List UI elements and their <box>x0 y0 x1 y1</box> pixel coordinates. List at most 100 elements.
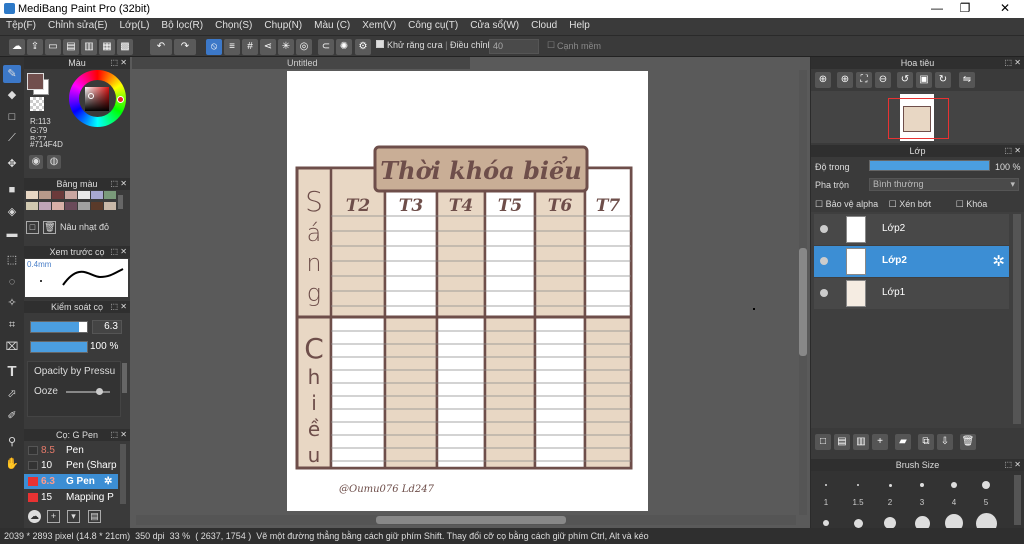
menu-filter[interactable]: Bộ lọc(R) <box>155 18 209 31</box>
panel-close-icon[interactable]: ⬚ ✕ <box>111 246 127 258</box>
brush-size-dot[interactable] <box>951 482 957 488</box>
brush-size-slider[interactable] <box>30 321 88 333</box>
comment-icon[interactable]: ▭ <box>45 39 61 55</box>
fit-window-icon[interactable]: ▣ <box>916 72 932 88</box>
snap-off-icon[interactable]: ⦸ <box>206 39 222 55</box>
brush-size-dot-large[interactable] <box>823 520 829 526</box>
palette-swatch[interactable] <box>26 202 38 210</box>
new-halftone-layer-icon[interactable]: ▤ <box>834 434 850 450</box>
brush-tool-icon[interactable]: ✎ <box>3 65 21 83</box>
operation-tool-icon[interactable]: ⬀ <box>3 385 21 403</box>
ooze-slider[interactable] <box>66 388 110 395</box>
frame-divider-tool-icon[interactable]: ✐ <box>3 407 21 425</box>
brush-settings-gear-icon[interactable]: ✲ <box>104 474 112 489</box>
zoom-out-icon[interactable]: ⊖ <box>875 72 891 88</box>
move-tool-icon[interactable]: ✥ <box>3 155 21 173</box>
hue-handle[interactable] <box>117 96 124 103</box>
opacity-pressure-label[interactable]: Opacity by Pressu <box>34 366 115 377</box>
color-settings-icon[interactable]: ◍ <box>47 155 61 169</box>
brush-item-pen-sharp[interactable]: 10 Pen (Sharp <box>24 458 118 473</box>
brush-menu-icon[interactable]: ▾ <box>67 510 80 523</box>
fill-rect-tool-icon[interactable]: ■ <box>3 181 21 199</box>
menu-help[interactable]: Help <box>563 18 596 31</box>
antialias-checkbox[interactable] <box>376 40 384 48</box>
palette-swatch[interactable] <box>39 202 51 210</box>
brush-item-pen[interactable]: 8.5 Pen <box>24 443 118 458</box>
new-8bit-layer-icon[interactable]: ▥ <box>853 434 869 450</box>
transparent-color-swatch[interactable] <box>30 97 44 111</box>
select-eraser-tool-icon[interactable]: ⌧ <box>3 338 21 356</box>
protect-alpha-checkbox[interactable]: ☐ <box>815 199 823 209</box>
brush-item-g-pen[interactable]: 6.3 G Pen ✲ <box>24 474 118 489</box>
parallel-snap-icon[interactable]: ≡ <box>224 39 240 55</box>
menu-window[interactable]: Cửa sổ(W) <box>464 18 525 31</box>
brush-size-dot[interactable] <box>982 481 990 489</box>
palette-swatch[interactable] <box>78 191 90 199</box>
layer-list-scrollbar[interactable] <box>1013 214 1021 424</box>
gradient-tool-icon[interactable]: ▬ <box>3 225 21 243</box>
flip-icon[interactable]: ⇋ <box>959 72 975 88</box>
duplicate-layer-icon[interactable]: ⧉ <box>918 434 934 450</box>
hand-tool-icon[interactable]: ✋ <box>3 455 21 473</box>
minimize-button[interactable]: — <box>922 1 952 17</box>
palette-swatch[interactable] <box>52 191 64 199</box>
perspective-snap-icon[interactable]: ⋖ <box>260 39 276 55</box>
eyedropper-tool-icon[interactable]: ⚲ <box>3 433 21 451</box>
grid-layout-icon[interactable]: ▩ <box>117 39 133 55</box>
brush-doc-icon[interactable]: ▤ <box>88 510 101 523</box>
dot-tool-icon[interactable]: □ <box>3 108 21 126</box>
menu-layer[interactable]: Lớp(L) <box>114 18 156 31</box>
curve-snap-icon[interactable]: ⊂ <box>318 39 334 55</box>
canvas-horizontal-thumb[interactable] <box>376 516 566 524</box>
menu-edit[interactable]: Chỉnh sửa(E) <box>42 18 114 31</box>
layer-opacity-slider[interactable] <box>869 160 990 171</box>
palette-swatch[interactable] <box>52 202 64 210</box>
brush-size-dot[interactable] <box>825 484 827 486</box>
grid-snap-icon[interactable]: # <box>242 39 258 55</box>
select-pen-tool-icon[interactable]: ⌗ <box>3 316 21 334</box>
visibility-icon[interactable] <box>820 257 828 265</box>
panel-close-icon[interactable]: ⬚ ✕ <box>1005 57 1021 69</box>
merge-down-icon[interactable]: ⇩ <box>937 434 953 450</box>
panel-icon[interactable]: ▦ <box>99 39 115 55</box>
layer-settings-gear-icon[interactable]: ✲ <box>992 252 1005 270</box>
chat-icon[interactable]: ▤ <box>63 39 79 55</box>
layer-row[interactable]: Lớp2 <box>814 214 1009 245</box>
menu-file[interactable]: Tệp(F) <box>0 18 42 31</box>
select-tool-icon[interactable]: ⬚ <box>3 251 21 269</box>
canvas-vertical-scrollbar[interactable] <box>799 70 807 515</box>
menu-snap[interactable]: Chụp(N) <box>258 18 308 31</box>
clipping-checkbox[interactable]: ☐ <box>889 199 897 209</box>
document-icon[interactable]: ▥ <box>81 39 97 55</box>
fit-view-icon[interactable]: ⛶ <box>856 72 872 88</box>
trash-icon[interactable]: 🗑 <box>43 221 56 234</box>
palette-swatch[interactable] <box>78 202 90 210</box>
add-brush-icon[interactable]: + <box>47 510 60 523</box>
palette-scrollbar[interactable] <box>118 195 123 209</box>
close-button[interactable]: ✕ <box>990 1 1020 17</box>
circle-snap-icon[interactable]: ◎ <box>296 39 312 55</box>
panel-close-icon[interactable]: ⬚ ✕ <box>111 429 127 441</box>
text-tool-icon[interactable]: T <box>3 363 21 381</box>
correction-input[interactable]: 40 <box>489 39 539 54</box>
menu-color[interactable]: Màu (C) <box>308 18 356 31</box>
palette-swatch[interactable] <box>26 191 38 199</box>
magic-wand-tool-icon[interactable]: ✧ <box>3 294 21 312</box>
gear-shape-icon[interactable]: ✺ <box>336 39 352 55</box>
color-wheel[interactable] <box>69 70 126 127</box>
polyline-tool-icon[interactable]: ⟋ <box>3 129 21 147</box>
brush-control-scrollbar[interactable] <box>122 363 127 393</box>
panel-close-icon[interactable]: ⬚ ✕ <box>111 301 127 313</box>
lasso-tool-icon[interactable]: ◌ <box>3 273 21 291</box>
panel-close-icon[interactable]: ⬚ ✕ <box>111 178 127 190</box>
zoom-in-icon[interactable]: ⊕ <box>815 72 831 88</box>
brush-item-mapping-pen[interactable]: 15 Mapping P <box>24 490 118 505</box>
new-palette-icon[interactable]: □ <box>26 221 39 234</box>
brush-size-dot[interactable] <box>888 483 892 487</box>
palette-swatch[interactable] <box>65 191 77 199</box>
folder-icon[interactable]: ▰ <box>895 434 911 450</box>
panel-close-icon[interactable]: ⬚ ✕ <box>111 57 127 69</box>
lock-checkbox[interactable]: ☐ <box>956 199 964 209</box>
visibility-icon[interactable] <box>820 289 828 297</box>
navigator-viewport[interactable] <box>888 98 949 139</box>
